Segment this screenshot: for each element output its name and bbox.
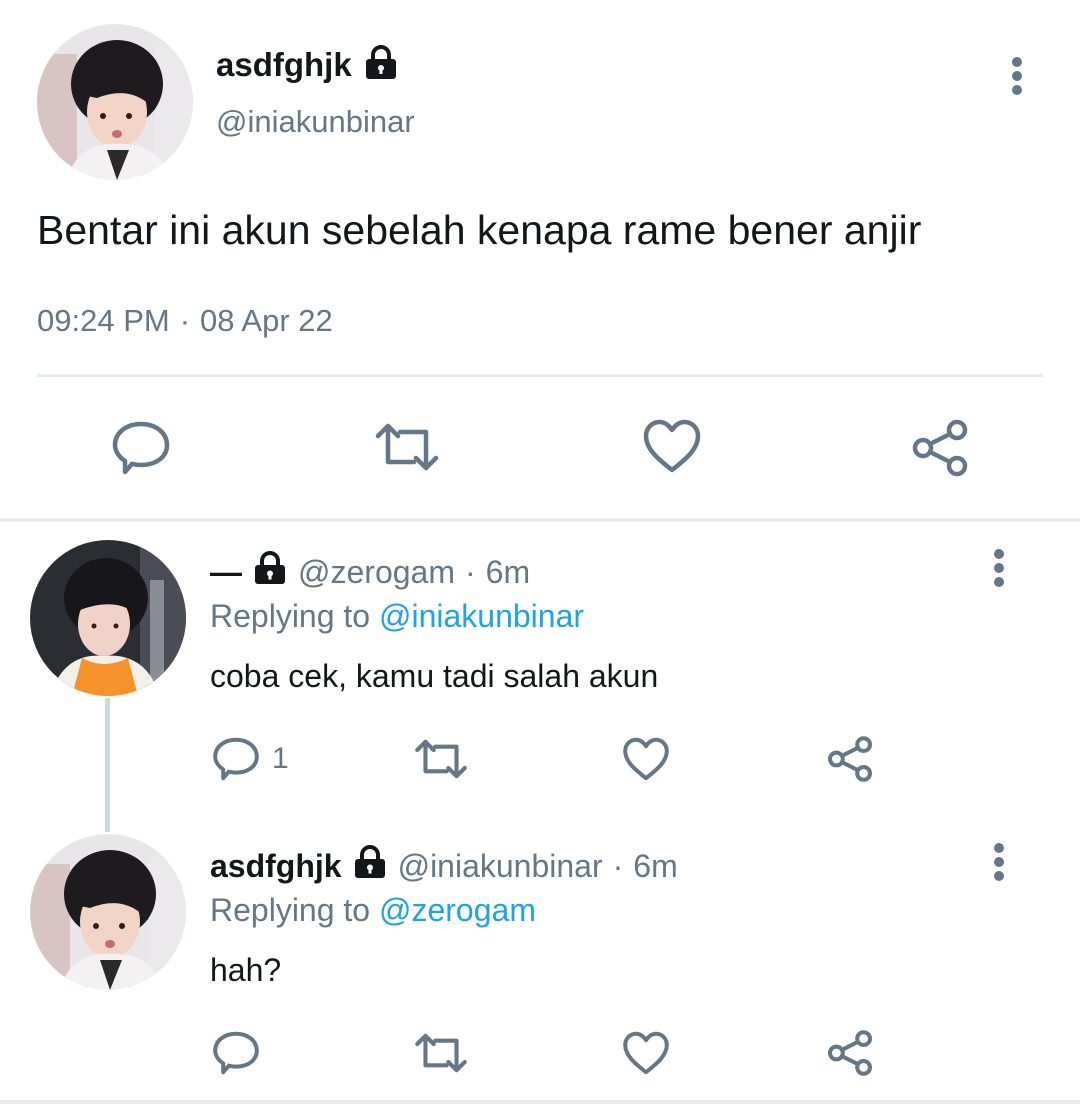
lock-icon [362,44,400,85]
more-icon[interactable] [986,548,1012,588]
section-divider [0,518,1080,522]
lock-icon [352,845,388,887]
like-icon[interactable] [642,418,702,474]
reply-text: coba cek, kamu tadi salah akun [210,658,659,694]
thread-line [105,698,110,832]
author-name[interactable]: asdfghjk [216,46,352,84]
avatar[interactable] [30,834,186,990]
more-icon[interactable] [986,842,1012,882]
reply-header: asdfghjk @iniakunbinar · 6m [210,845,678,887]
avatar[interactable] [30,540,186,696]
author-handle[interactable]: @iniakunbinar [398,848,603,885]
tweet-date: 08 Apr 22 [200,303,333,338]
replying-to: Replying to @iniakunbinar [210,598,584,635]
retweet-icon[interactable] [374,422,440,472]
reply-time: 6m [485,553,531,590]
mention-link[interactable]: @iniakunbinar [379,598,584,634]
share-icon[interactable] [826,1029,874,1077]
retweet-icon[interactable] [414,1032,468,1074]
reply-icon[interactable] [111,420,171,476]
share-icon[interactable] [826,735,874,783]
author-handle[interactable]: @iniakunbinar [216,104,415,140]
mention-link[interactable]: @zerogam [379,892,536,928]
section-divider [0,1100,1080,1104]
avatar[interactable] [37,24,193,180]
author-name[interactable]: asdfghjk [210,848,342,885]
time-separator: · [179,303,191,338]
timestamp: 09:24 PM · 08 Apr 22 [37,303,333,339]
replying-prefix: Replying to [210,892,371,928]
time-separator: · [464,553,476,590]
retweet-icon[interactable] [414,738,468,780]
replying-prefix: Replying to [210,598,371,634]
share-icon[interactable] [910,418,970,478]
lock-icon [252,551,288,593]
author-handle[interactable]: @zerogam [298,554,455,591]
time-separator: · [612,847,624,884]
reply-text: hah? [210,952,282,988]
tweet-time: 09:24 PM [37,303,170,338]
reply-header: — @zerogam · 6m [210,551,530,593]
author-name[interactable]: — [210,554,242,591]
replying-to: Replying to @zerogam [210,892,536,929]
divider [37,374,1043,377]
like-icon[interactable] [622,1030,670,1076]
author-row: asdfghjk [216,44,400,85]
reply-icon[interactable] [212,736,260,782]
reply-count: 1 [272,742,289,775]
reply-icon[interactable] [212,1030,260,1076]
like-icon[interactable] [622,736,670,782]
reply-time: 6m [633,847,678,884]
tweet-text: Bentar ini akun sebelah kenapa rame bene… [37,207,922,253]
reply-action[interactable]: 1 [212,736,289,782]
more-icon[interactable] [1004,56,1030,96]
